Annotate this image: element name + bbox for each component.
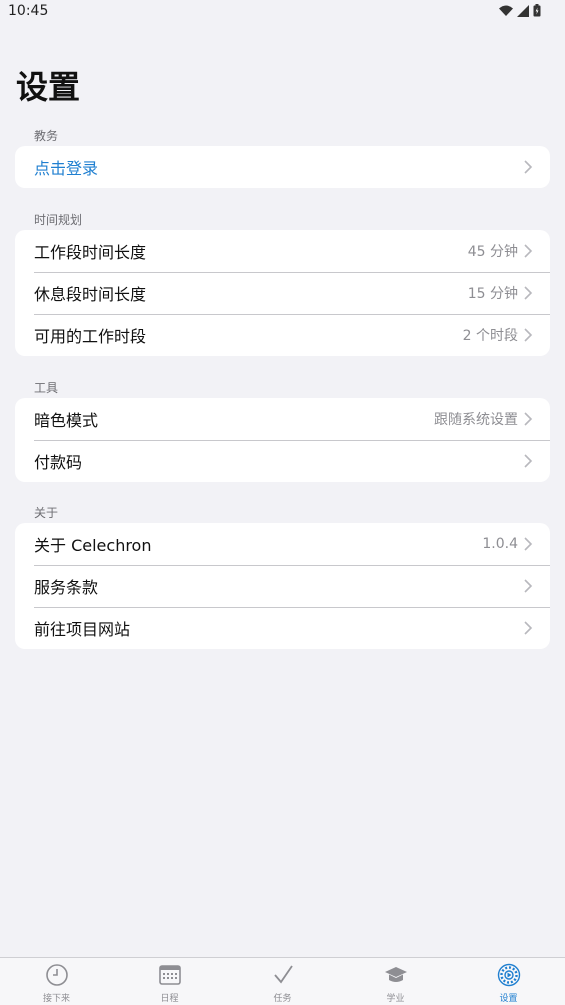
wifi-icon — [499, 5, 513, 16]
dark-mode-row[interactable]: 暗色模式 跟随系统设置 — [15, 398, 550, 440]
chevron-right-icon — [524, 454, 533, 468]
tab-label: 日程 — [160, 994, 179, 1004]
about-app-row[interactable]: 关于 Celechron 1.0.4 — [15, 523, 550, 565]
section-header-academic: 教务 — [34, 129, 59, 143]
tab-academics[interactable]: 学业 — [339, 958, 452, 1005]
tab-settings[interactable]: 设置 — [452, 958, 565, 1005]
section-header-tools: 工具 — [34, 381, 59, 395]
tab-label: 学业 — [386, 994, 405, 1004]
row-value: 45 分钟 — [467, 244, 518, 260]
available-periods-row[interactable]: 可用的工作时段 2 个时段 — [15, 314, 550, 356]
tab-schedule[interactable]: 日程 — [113, 958, 226, 1005]
settings-icon — [497, 963, 520, 987]
card-about: 关于 Celechron 1.0.4 服务条款 前往项目网站 — [15, 523, 550, 649]
page-title: 设置 — [16, 68, 81, 106]
card-tools: 暗色模式 跟随系统设置 付款码 — [15, 398, 550, 482]
clock-icon — [45, 964, 68, 986]
section-header-about: 关于 — [34, 506, 59, 520]
terms-of-service-row[interactable]: 服务条款 — [15, 565, 550, 607]
tab-label: 任务 — [273, 994, 292, 1004]
row-label: 服务条款 — [34, 578, 99, 597]
project-website-row[interactable]: 前往项目网站 — [15, 607, 550, 649]
tab-bar: 接下来 日程 任务 学业 设置 — [0, 957, 565, 1005]
status-icons — [499, 4, 541, 17]
status-bar: 10:45 — [0, 0, 565, 24]
calendar-icon — [158, 965, 181, 985]
section-header-time-planning: 时间规划 — [34, 213, 83, 227]
row-value: 跟随系统设置 — [434, 412, 518, 428]
row-label: 点击登录 — [34, 159, 99, 178]
chevron-right-icon — [524, 579, 533, 593]
tab-label: 接下来 — [42, 994, 70, 1004]
row-value: 15 分钟 — [467, 286, 518, 302]
row-value: 2 个时段 — [462, 328, 518, 344]
row-label: 付款码 — [34, 453, 83, 472]
chevron-right-icon — [524, 537, 533, 551]
tab-tasks[interactable]: 任务 — [226, 958, 339, 1005]
battery-icon — [533, 4, 541, 17]
chevron-right-icon — [524, 244, 533, 258]
row-label: 休息段时间长度 — [34, 285, 147, 304]
card-time-planning: 工作段时间长度 45 分钟 休息段时间长度 15 分钟 可用的工作时段 2 个时… — [15, 230, 550, 356]
chevron-right-icon — [524, 328, 533, 342]
row-value: 1.0.4 — [482, 536, 518, 552]
row-label: 工作段时间长度 — [34, 243, 147, 262]
tab-label: 设置 — [499, 994, 518, 1004]
chevron-right-icon — [524, 412, 533, 426]
chevron-right-icon — [524, 621, 533, 635]
signal-icon — [517, 4, 529, 17]
chevron-right-icon — [524, 286, 533, 300]
chevron-right-icon — [524, 160, 533, 174]
checkmark-icon — [273, 965, 293, 984]
rest-duration-row[interactable]: 休息段时间长度 15 分钟 — [15, 272, 550, 314]
graduation-cap-icon — [384, 967, 407, 982]
row-label: 可用的工作时段 — [34, 327, 147, 346]
login-row[interactable]: 点击登录 — [15, 146, 550, 188]
payment-code-row[interactable]: 付款码 — [15, 440, 550, 482]
card-academic: 点击登录 — [15, 146, 550, 188]
row-label: 暗色模式 — [34, 411, 99, 430]
work-duration-row[interactable]: 工作段时间长度 45 分钟 — [15, 230, 550, 272]
status-time: 10:45 — [8, 3, 49, 19]
row-label: 前往项目网站 — [34, 620, 131, 639]
row-label: 关于 Celechron — [34, 536, 152, 555]
tab-next[interactable]: 接下来 — [0, 958, 113, 1005]
